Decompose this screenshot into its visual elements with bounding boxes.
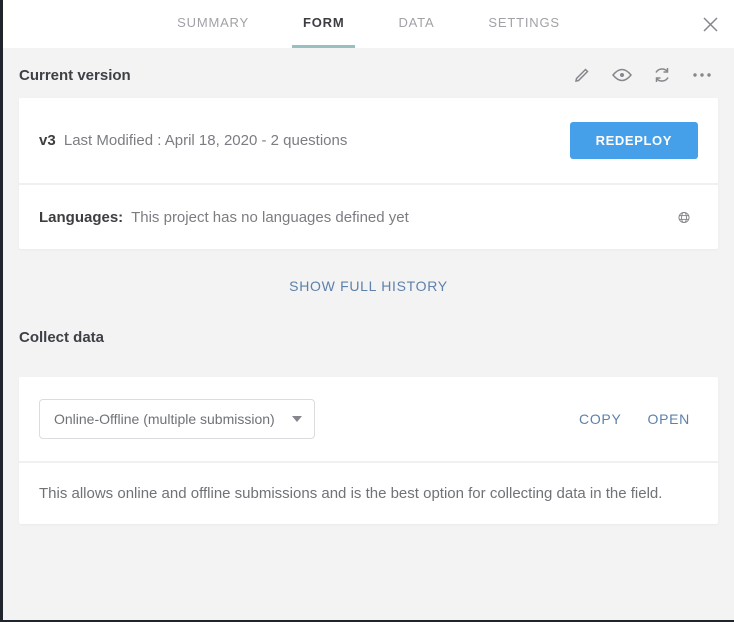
- chevron-down-icon: [292, 416, 302, 422]
- redeploy-button[interactable]: REDEPLOY: [570, 122, 698, 159]
- version-modified-text: Last Modified : April 18, 2020 - 2 quest…: [64, 132, 348, 149]
- copy-link[interactable]: COPY: [579, 411, 621, 427]
- clone-sync-icon[interactable]: [652, 65, 672, 85]
- globe-icon[interactable]: [678, 207, 698, 227]
- modal-body: Current version: [3, 65, 734, 524]
- languages-row: Languages: This project has no languages…: [19, 185, 718, 249]
- collect-description-row: This allows online and offline submissio…: [19, 463, 718, 524]
- more-ellipsis-icon[interactable]: [692, 65, 712, 85]
- collect-method-dropdown[interactable]: Online-Offline (multiple submission): [39, 399, 315, 439]
- current-version-title: Current version: [19, 67, 131, 84]
- tab-settings[interactable]: SETTINGS: [477, 0, 570, 48]
- languages-info: Languages: This project has no languages…: [39, 209, 409, 226]
- collect-data-card: Online-Offline (multiple submission) COP…: [19, 377, 718, 524]
- languages-label: Languages:: [39, 209, 123, 226]
- tab-data[interactable]: DATA: [387, 0, 445, 48]
- collect-method-value: Online-Offline (multiple submission): [54, 411, 275, 427]
- version-number: v3: [39, 132, 56, 149]
- collect-description-text: This allows online and offline submissio…: [39, 485, 698, 502]
- close-icon[interactable]: [696, 10, 724, 38]
- current-version-header: Current version: [19, 65, 718, 85]
- current-version-card: v3 Last Modified : April 18, 2020 - 2 qu…: [19, 98, 718, 249]
- collect-data-title: Collect data: [19, 329, 718, 346]
- preview-eye-icon[interactable]: [612, 65, 632, 85]
- version-row: v3 Last Modified : April 18, 2020 - 2 qu…: [19, 98, 718, 183]
- close-icon-glyph: [702, 16, 719, 33]
- history-link-wrap: SHOW FULL HISTORY: [19, 278, 718, 296]
- tab-summary[interactable]: SUMMARY: [166, 0, 260, 48]
- current-version-actions: [572, 65, 718, 85]
- open-link[interactable]: OPEN: [648, 411, 690, 427]
- modal-tab-bar: SUMMARY FORM DATA SETTINGS: [3, 0, 734, 48]
- show-full-history-link[interactable]: SHOW FULL HISTORY: [289, 278, 448, 294]
- collect-method-row: Online-Offline (multiple submission) COP…: [19, 377, 718, 461]
- edit-pencil-icon[interactable]: [572, 65, 592, 85]
- languages-text: This project has no languages defined ye…: [131, 209, 409, 226]
- version-info: v3 Last Modified : April 18, 2020 - 2 qu…: [39, 132, 347, 149]
- collect-links: COPY OPEN: [579, 411, 698, 427]
- tab-form[interactable]: FORM: [292, 0, 355, 48]
